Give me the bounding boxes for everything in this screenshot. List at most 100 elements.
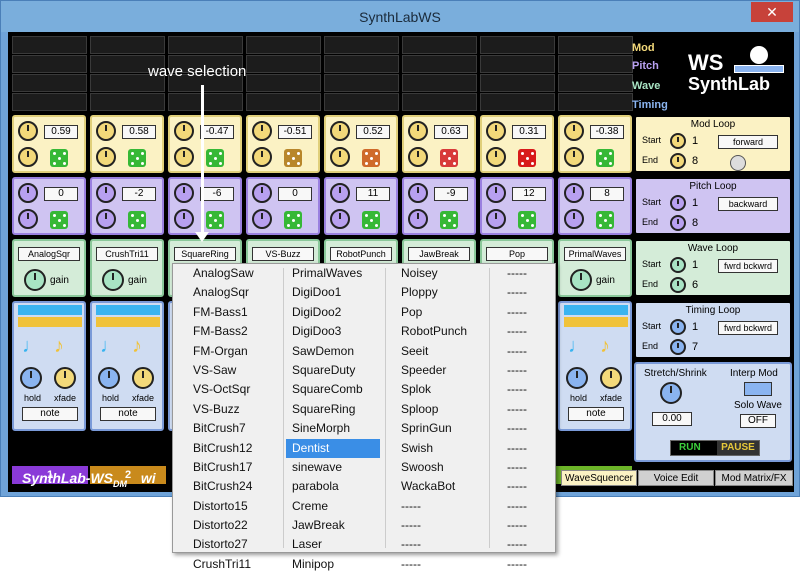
sequencer-cell[interactable] xyxy=(168,36,243,54)
title-bar[interactable]: SynthLabWS ✕ xyxy=(1,1,799,32)
pitch-amount-knob[interactable] xyxy=(564,183,584,203)
pitch-amount-knob[interactable] xyxy=(408,183,428,203)
wave-loop-end-knob[interactable] xyxy=(670,277,686,293)
menu-item[interactable]: SawDemon xyxy=(286,342,380,361)
dice-icon[interactable] xyxy=(596,149,614,167)
hold-knob[interactable] xyxy=(566,367,588,389)
menu-item[interactable]: ----- xyxy=(501,342,555,361)
menu-item[interactable]: ----- xyxy=(395,516,489,535)
menu-item[interactable]: Ploppy xyxy=(395,283,489,302)
menu-item[interactable]: DigiDoo2 xyxy=(286,303,380,322)
menu-item[interactable]: SquareDuty xyxy=(286,361,380,380)
sequencer-cell[interactable] xyxy=(402,55,477,73)
dice-icon[interactable] xyxy=(50,211,68,229)
wave-select-dropdown[interactable]: Pop xyxy=(486,247,548,261)
mod-amount-knob[interactable] xyxy=(174,121,194,141)
sequencer-cell[interactable] xyxy=(168,93,243,111)
mod-amount-knob[interactable] xyxy=(330,121,350,141)
menu-item[interactable]: CrushTri11 xyxy=(187,555,281,574)
menu-item[interactable]: parabola xyxy=(286,477,380,496)
sequencer-cell[interactable] xyxy=(12,36,87,54)
gain-knob[interactable] xyxy=(570,269,592,291)
interp-toggle[interactable] xyxy=(744,382,772,396)
mod-amount-knob[interactable] xyxy=(486,121,506,141)
dice-icon[interactable] xyxy=(362,149,380,167)
sequencer-cell[interactable] xyxy=(12,74,87,92)
pitch-knob-2[interactable] xyxy=(564,209,584,229)
sequencer-cell[interactable] xyxy=(402,36,477,54)
menu-item[interactable]: ----- xyxy=(501,458,555,477)
menu-item[interactable]: FM-Bass1 xyxy=(187,303,281,322)
sequencer-cell[interactable] xyxy=(558,93,633,111)
menu-item[interactable]: SquareRing xyxy=(286,400,380,419)
menu-item[interactable]: RobotPunch xyxy=(395,322,489,341)
mod-knob-2[interactable] xyxy=(174,147,194,167)
menu-item[interactable]: ----- xyxy=(501,400,555,419)
wave-select-dropdown[interactable]: CrushTri11 xyxy=(96,247,158,261)
sequencer-cell[interactable] xyxy=(246,36,321,54)
menu-item[interactable]: BitCrush24 xyxy=(187,477,281,496)
pitch-knob-2[interactable] xyxy=(330,209,350,229)
menu-item[interactable]: ----- xyxy=(501,555,555,574)
note-value[interactable]: note xyxy=(568,407,624,421)
menu-item[interactable]: ----- xyxy=(395,555,489,574)
menu-item[interactable]: VS-OctSqr xyxy=(187,380,281,399)
menu-item[interactable]: SineMorph xyxy=(286,419,380,438)
menu-item[interactable]: VS-Buzz xyxy=(187,400,281,419)
sequencer-cell[interactable] xyxy=(558,74,633,92)
solo-value[interactable]: OFF xyxy=(740,414,776,428)
dice-icon[interactable] xyxy=(440,149,458,167)
sequencer-cell[interactable] xyxy=(402,74,477,92)
pitch-knob-2[interactable] xyxy=(18,209,38,229)
pitch-amount-knob[interactable] xyxy=(174,183,194,203)
stretch-knob[interactable] xyxy=(660,382,682,404)
mod-knob-2[interactable] xyxy=(408,147,428,167)
sequencer-cell[interactable] xyxy=(324,93,399,111)
sequencer-cell[interactable] xyxy=(246,74,321,92)
note-icon[interactable]: ♪ xyxy=(600,335,610,358)
sequencer-cell[interactable] xyxy=(12,55,87,73)
menu-item[interactable]: ----- xyxy=(501,497,555,516)
gain-knob[interactable] xyxy=(24,269,46,291)
mod-loop-end-knob[interactable] xyxy=(670,153,686,169)
pitch-amount-knob[interactable] xyxy=(252,183,272,203)
sequencer-cell[interactable] xyxy=(12,93,87,111)
tab-mod-matrix[interactable]: Mod Matrix/FX xyxy=(715,470,793,486)
menu-item[interactable]: ----- xyxy=(501,380,555,399)
menu-item[interactable]: Minipop xyxy=(286,555,380,574)
wave-loop-mode[interactable]: fwrd bckwrd xyxy=(718,259,778,273)
menu-item[interactable]: ----- xyxy=(395,497,489,516)
menu-item[interactable]: PrimalWaves xyxy=(286,264,380,283)
wave-select-dropdown[interactable]: PrimalWaves xyxy=(564,247,626,261)
dice-icon[interactable] xyxy=(206,149,224,167)
menu-item[interactable]: ----- xyxy=(501,322,555,341)
menu-item[interactable]: JawBreak xyxy=(286,516,380,535)
note-icon[interactable]: ♪ xyxy=(132,335,142,358)
xfade-knob[interactable] xyxy=(132,367,154,389)
wave-select-dropdown[interactable]: AnalogSqr xyxy=(18,247,80,261)
wave-select-dropdown[interactable]: VS-Buzz xyxy=(252,247,314,261)
sequencer-cell[interactable] xyxy=(324,74,399,92)
sequencer-cell[interactable] xyxy=(324,36,399,54)
menu-item[interactable]: VS-Saw xyxy=(187,361,281,380)
pitch-amount-knob[interactable] xyxy=(330,183,350,203)
dice-icon[interactable] xyxy=(518,149,536,167)
menu-item[interactable]: ----- xyxy=(501,303,555,322)
xfade-knob[interactable] xyxy=(600,367,622,389)
menu-item[interactable]: Distorto27 xyxy=(187,535,281,554)
sequencer-cell[interactable] xyxy=(558,55,633,73)
sequencer-cell[interactable] xyxy=(480,74,555,92)
menu-item[interactable]: AnalogSaw xyxy=(187,264,281,283)
dice-icon[interactable] xyxy=(362,211,380,229)
sequencer-cell[interactable] xyxy=(324,55,399,73)
menu-item[interactable]: ----- xyxy=(501,535,555,554)
menu-item[interactable]: ----- xyxy=(501,419,555,438)
wave-select-dropdown[interactable]: SquareRing xyxy=(174,247,236,261)
hold-knob[interactable] xyxy=(98,367,120,389)
menu-item[interactable]: AnalogSqr xyxy=(187,283,281,302)
wave-loop-start-knob[interactable] xyxy=(670,257,686,273)
menu-item[interactable]: Creme xyxy=(286,497,380,516)
mod-amount-knob[interactable] xyxy=(252,121,272,141)
menu-item[interactable]: BitCrush7 xyxy=(187,419,281,438)
sequencer-cell[interactable] xyxy=(246,93,321,111)
